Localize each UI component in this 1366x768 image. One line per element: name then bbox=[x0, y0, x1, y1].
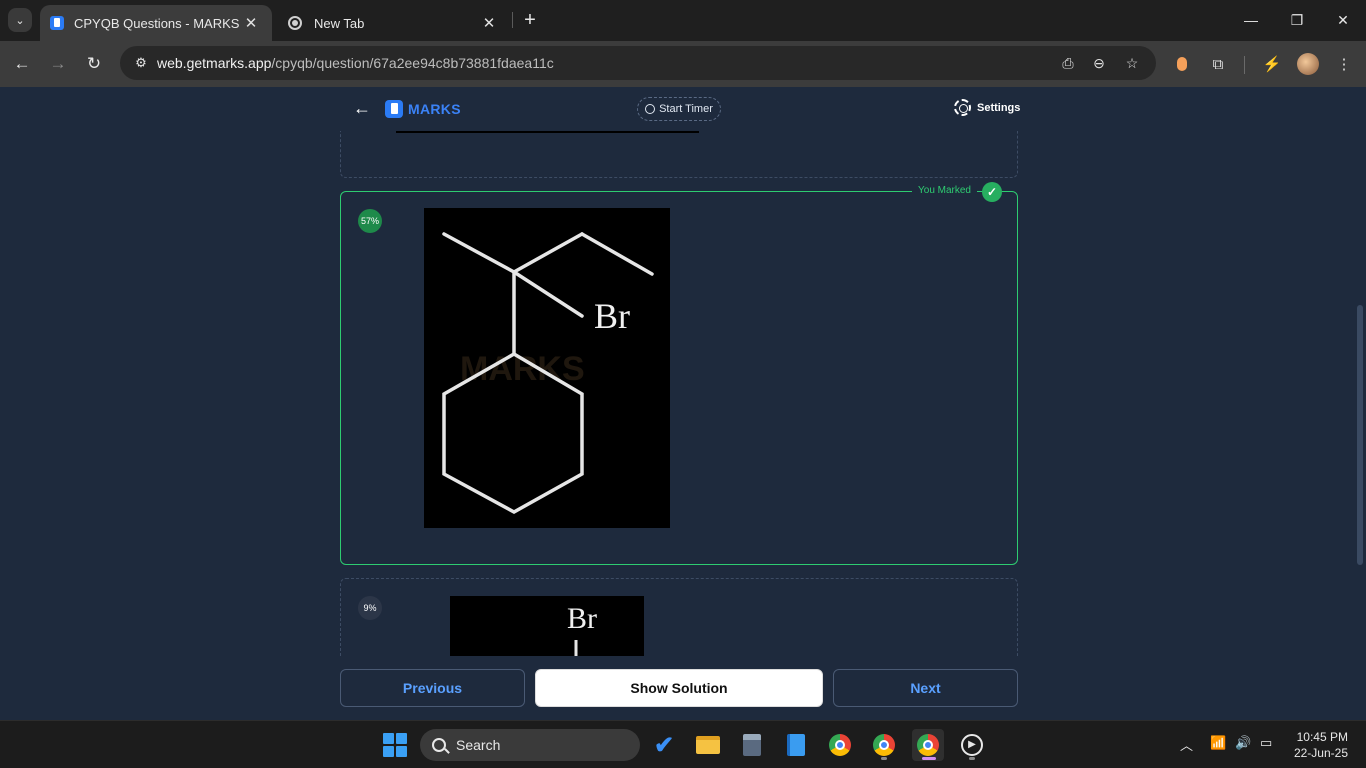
percent-badge: 9% bbox=[358, 596, 382, 620]
close-tab-icon[interactable]: ✕ bbox=[240, 14, 262, 32]
molecule-image: MARKS Br bbox=[424, 208, 670, 528]
tab-cpyqb[interactable]: CPYQB Questions - MARKS App ✕ bbox=[40, 5, 272, 41]
wifi-icon[interactable]: 📶 bbox=[1210, 735, 1226, 751]
media-player-icon[interactable]: ▶ bbox=[956, 729, 988, 761]
tab-new-tab[interactable]: New Tab ✕ bbox=[280, 5, 510, 41]
tab-separator bbox=[512, 12, 513, 28]
marks-logo-icon bbox=[385, 100, 403, 118]
settings-label: Settings bbox=[977, 101, 1021, 114]
tab-title: New Tab bbox=[314, 15, 365, 31]
new-tab-button[interactable]: + bbox=[518, 9, 542, 33]
system-clock[interactable]: 10:45 PM 22-Jun-25 bbox=[1288, 729, 1348, 761]
file-explorer-icon[interactable] bbox=[692, 729, 724, 761]
tab-search-button[interactable]: ⌄ bbox=[8, 8, 32, 32]
address-bar[interactable]: ⚙ web.getmarks.app/cpyqb/question/67a2ee… bbox=[120, 46, 1156, 80]
todo-app-icon[interactable]: ✔ bbox=[648, 729, 680, 761]
previous-button[interactable]: Previous bbox=[340, 669, 525, 707]
clock-icon bbox=[645, 104, 656, 114]
molecule-structure: MARKS Br bbox=[442, 232, 654, 514]
active-indicator bbox=[922, 757, 936, 760]
clock-time: 10:45 PM bbox=[1296, 730, 1348, 744]
show-hidden-icons-icon[interactable]: ︿ bbox=[1180, 735, 1193, 754]
extension-icon[interactable] bbox=[1168, 50, 1196, 78]
profile-avatar[interactable] bbox=[1297, 53, 1319, 75]
zoom-icon[interactable]: ⊖ bbox=[1088, 52, 1110, 74]
bottom-action-bar: Previous Show Solution Next bbox=[0, 656, 1366, 720]
reload-button[interactable]: ↻ bbox=[80, 50, 108, 78]
molecule-structure: Br bbox=[567, 602, 597, 656]
option-b-card[interactable]: You Marked ✓ 57% MARKS Br bbox=[340, 182, 1018, 565]
chrome-menu-icon[interactable]: ⋮ bbox=[1330, 50, 1358, 78]
taskbar-search[interactable]: Search bbox=[420, 729, 640, 761]
back-arrow-icon[interactable]: ← bbox=[352, 98, 372, 118]
url-text[interactable]: web.getmarks.app/cpyqb/question/67a2ee94… bbox=[157, 55, 554, 71]
browser-tab-bar: ⌄ CPYQB Questions - MARKS App ✕ New Tab … bbox=[0, 0, 1366, 41]
bromine-label: Br bbox=[567, 602, 597, 635]
molecule-image: Br bbox=[450, 596, 644, 656]
performance-icon[interactable]: ⚡ bbox=[1258, 50, 1286, 78]
gear-icon bbox=[954, 99, 971, 116]
watermark-text: MARKS bbox=[460, 350, 585, 388]
extensions-puzzle-icon[interactable]: ⧉ bbox=[1204, 50, 1232, 78]
restore-button[interactable]: ❐ bbox=[1274, 0, 1320, 40]
notepad-icon[interactable] bbox=[780, 729, 812, 761]
clock-date: 22-Jun-25 bbox=[1293, 746, 1348, 760]
search-icon bbox=[432, 738, 446, 752]
search-label: Search bbox=[456, 737, 501, 753]
you-marked-label: You Marked bbox=[912, 185, 977, 196]
page-scrollbar[interactable] bbox=[1357, 305, 1363, 565]
site-info-icon[interactable]: ⚙ bbox=[128, 51, 154, 75]
check-icon: ✓ bbox=[982, 182, 1002, 202]
chrome-taskbar-icon[interactable] bbox=[824, 729, 856, 761]
chrome-profile-taskbar-icon[interactable] bbox=[868, 729, 900, 761]
volume-icon[interactable]: 🔊 bbox=[1235, 735, 1251, 751]
next-button[interactable]: Next bbox=[833, 669, 1018, 707]
tab-title: CPYQB Questions - MARKS App bbox=[74, 15, 240, 31]
windows-taskbar: Search ✔ ▶ ︿ 📶 🔊 ▭ 10:45 PM 22-Jun-25 bbox=[0, 720, 1366, 768]
running-indicator bbox=[881, 757, 887, 760]
start-timer-button[interactable]: Start Timer bbox=[637, 97, 721, 121]
close-tab-icon[interactable]: ✕ bbox=[478, 14, 500, 32]
toolbar-separator bbox=[1244, 56, 1245, 74]
marks-favicon-icon bbox=[50, 16, 64, 30]
install-app-icon[interactable]: ⎙ bbox=[1057, 52, 1079, 74]
minimize-button[interactable]: — bbox=[1228, 0, 1274, 40]
close-window-button[interactable]: ✕ bbox=[1320, 0, 1366, 40]
app-header: ← MARKS Start Timer Settings bbox=[340, 87, 1020, 131]
battery-icon[interactable]: ▭ bbox=[1260, 735, 1272, 751]
start-timer-label: Start Timer bbox=[659, 103, 713, 115]
show-solution-button[interactable]: Show Solution bbox=[535, 669, 823, 707]
windows-start-icon[interactable] bbox=[383, 733, 407, 757]
forward-button[interactable]: → bbox=[44, 50, 72, 78]
browser-toolbar: ← → ↻ ⚙ web.getmarks.app/cpyqb/question/… bbox=[0, 41, 1366, 87]
calculator-icon[interactable] bbox=[736, 729, 768, 761]
chrome-favicon-icon bbox=[288, 16, 302, 30]
page-content: You Marked ✓ 57% MARKS Br 9% Br ← MARKS … bbox=[0, 87, 1366, 720]
settings-button[interactable]: Settings bbox=[954, 99, 1020, 116]
running-indicator bbox=[969, 757, 975, 760]
app-logo: MARKS bbox=[408, 101, 461, 117]
bookmark-star-icon[interactable]: ☆ bbox=[1121, 52, 1143, 74]
bromine-label: Br bbox=[594, 296, 630, 336]
percent-badge: 57% bbox=[358, 209, 382, 233]
chrome-active-taskbar-icon[interactable] bbox=[912, 729, 944, 761]
back-button[interactable]: ← bbox=[8, 50, 36, 78]
